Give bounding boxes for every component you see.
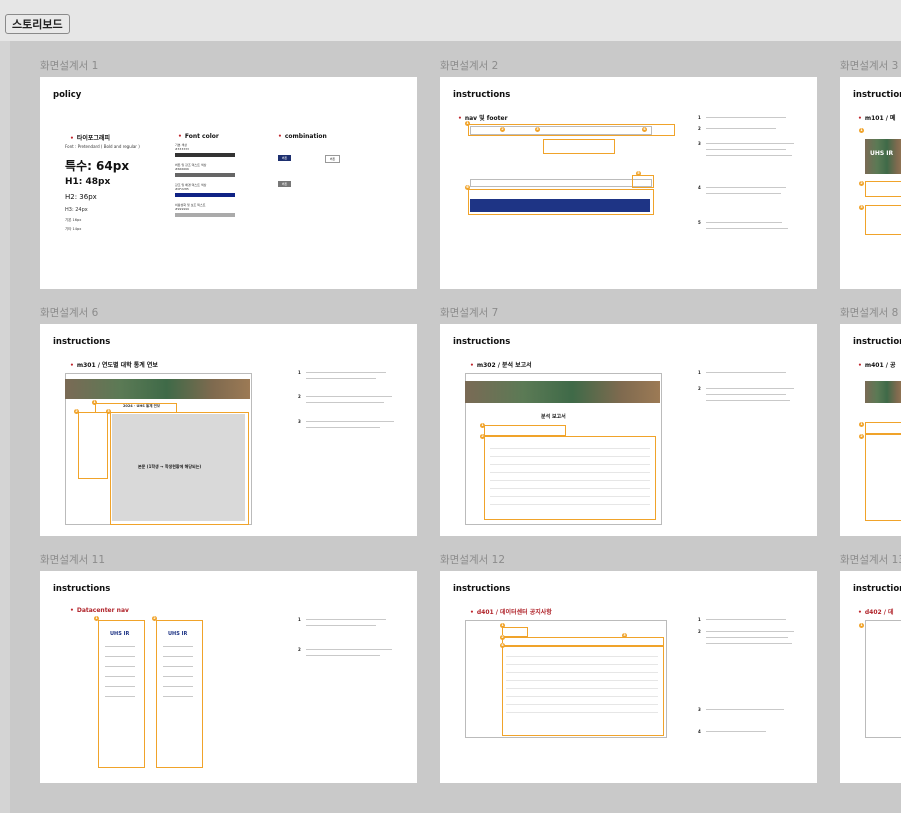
h1-sample: H1: 48px: [65, 177, 111, 187]
frame-card-m401[interactable]: instruction • m401 / 공 1 2: [840, 324, 901, 536]
annotation-badge: 3: [535, 127, 540, 132]
annotation-badge: 6: [465, 185, 470, 190]
page-title: 분석 보고서: [541, 414, 566, 420]
c3-hex: #0F2285: [175, 187, 189, 191]
frame-label-1: 화면설계서 1: [40, 60, 99, 72]
frame-label-8: 화면설계서 8: [840, 307, 899, 319]
frame-card-d401[interactable]: instructions • d401 / 데이터센터 공지사항 1 2 3 4 …: [440, 571, 817, 783]
card-title: instructions: [453, 584, 511, 594]
frame-label-12: 화면설계서 12: [440, 554, 505, 566]
annotation-box: [543, 139, 615, 154]
combo-navy-button: 버튼: [278, 155, 291, 161]
nav-mock-2: [470, 179, 652, 187]
color-swatch-1: [175, 153, 235, 157]
frame-label-13: 화면설계서 13: [840, 554, 901, 566]
annotation-box: [468, 189, 654, 215]
frame-card-nav-footer[interactable]: instructions • nav 및 footer 1 2 3 4 5 6 1…: [440, 77, 817, 289]
section-title: • d402 / 데: [858, 609, 894, 616]
frame-card-d402[interactable]: instruction • d402 / 데 1: [840, 571, 901, 783]
card-title: instructions: [53, 584, 111, 594]
card-title: instruction: [853, 584, 901, 594]
section-title: • m301 / 연도별 대학 통계 연보: [70, 362, 158, 369]
frame-card-m101[interactable]: instruction • m101 / 메 UHS IR 1 2 3: [840, 77, 901, 289]
color-swatch-2: [175, 173, 235, 177]
color-swatch-3: [175, 193, 235, 197]
frame-card-datacenter-nav[interactable]: instructions • Datacenter nav 1 UHS IR 2 …: [40, 571, 417, 783]
card-title: instructions: [453, 90, 511, 100]
annotation-badge: 5: [636, 171, 641, 176]
year-select: 2024 · UHS 통계 연보: [123, 404, 161, 408]
card-title: instruction: [853, 337, 901, 347]
search-annotation: [484, 425, 566, 436]
frame-label-2: 화면설계서 2: [440, 60, 499, 72]
h-special: 특수: 64px: [65, 159, 130, 173]
pdf-note: 본문 (1학생 → 학생현황에 해당되는): [138, 464, 202, 469]
frame-label-6: 화면설계서 6: [40, 307, 99, 319]
c1-hex: #333333: [175, 147, 189, 151]
font-name: Font : Pretendard ( Bold and regular ): [65, 144, 140, 149]
section-title: • m401 / 공: [858, 362, 896, 369]
section-title: • m302 / 분석 보고서: [470, 362, 532, 369]
combo-gray-button: 버튼: [278, 181, 291, 187]
hero-mock: [465, 381, 660, 403]
frame-label-3: 화면설계서 3: [840, 60, 899, 72]
base-sample: 기본 16px: [65, 218, 82, 222]
card-title: instructions: [453, 337, 511, 347]
color-title: • Font color: [178, 133, 219, 140]
nav-brand: UHS IR: [110, 631, 130, 637]
top-toolbar: 스토리보드: [0, 0, 901, 41]
c2-hex: #666666: [175, 167, 189, 171]
card-title: instruction: [853, 90, 901, 100]
color-swatch-4: [175, 213, 235, 217]
frame-card-policy[interactable]: policy • 타이포그래피 Font : Pretendard ( Bold …: [40, 77, 417, 289]
annotation-badge: 1: [465, 121, 470, 126]
frame-label-7: 화면설계서 7: [440, 307, 499, 319]
h3-sample: H3: 24px: [65, 207, 88, 213]
annotation-box: [632, 175, 654, 188]
annotation-badge: 2: [500, 127, 505, 132]
small-sample: 기타 14px: [65, 227, 82, 231]
frame-card-m301[interactable]: instructions • m301 / 연도별 대학 통계 연보 2024 ·…: [40, 324, 417, 536]
combo-outline-button: 버튼: [325, 155, 340, 163]
card-title: instructions: [53, 337, 111, 347]
frame-card-m302[interactable]: instructions • m302 / 분석 보고서 분석 보고서 1 2 1…: [440, 324, 817, 536]
section-title: • Datacenter nav: [70, 607, 129, 614]
c4-hex: #999999: [175, 207, 189, 211]
frame-label-11: 화면설계서 11: [40, 554, 105, 566]
annotation-badge: 4: [642, 127, 647, 132]
card-title: policy: [53, 90, 82, 100]
hero-title: UHS IR: [870, 150, 894, 157]
section-title: • m101 / 메: [858, 115, 896, 122]
nav-brand-2: UHS IR: [168, 631, 188, 637]
storyboard-canvas[interactable]: 화면설계서 1 화면설계서 2 화면설계서 3 policy • 타이포그래피 F…: [10, 41, 901, 813]
storyboard-button[interactable]: 스토리보드: [5, 14, 70, 34]
combo-title: • combination: [278, 133, 327, 140]
hero-mock: [65, 379, 250, 399]
h2-sample: H2: 36px: [65, 193, 97, 201]
typo-title: • 타이포그래피: [70, 135, 110, 142]
section-title: • d401 / 데이터센터 공지사항: [470, 609, 552, 616]
